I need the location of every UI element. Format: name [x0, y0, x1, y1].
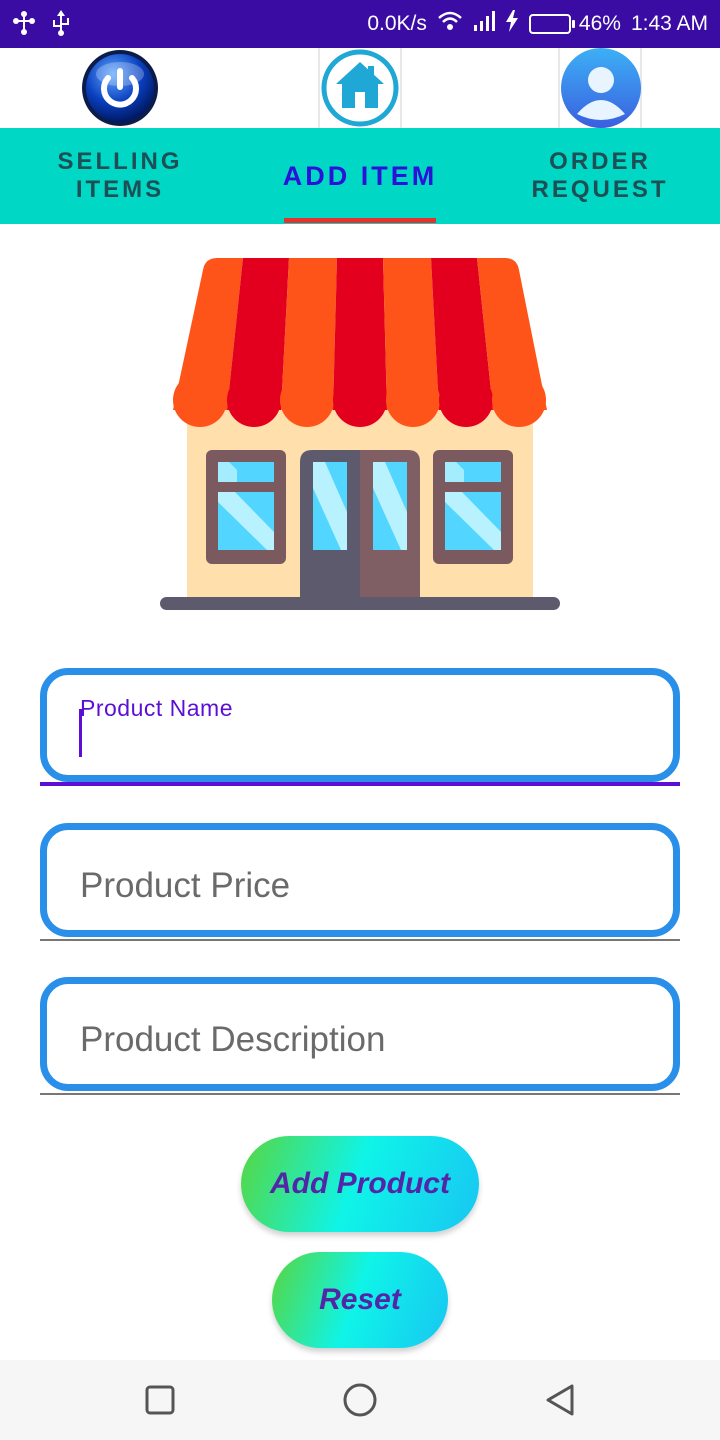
tab-order-request-line2: REQUEST — [531, 176, 669, 203]
tab-order-request-line1: ORDER — [549, 148, 651, 175]
power-button[interactable] — [80, 48, 160, 128]
product-price-input-box[interactable]: Product Price — [40, 823, 680, 937]
reset-label: Reset — [319, 1283, 401, 1316]
system-nav-bar — [0, 1360, 720, 1440]
network-speed: 0.0K/s — [367, 12, 427, 35]
tab-selling-items-line1: SELLING — [57, 148, 183, 175]
text-cursor — [79, 709, 82, 757]
recents-icon — [145, 1385, 175, 1415]
product-price-underline — [40, 939, 680, 941]
usb-icon — [50, 10, 72, 42]
product-name-field[interactable]: Product Name — [40, 668, 680, 786]
status-bar: 0.0K/s 46% 1:43 AM — [0, 0, 720, 48]
product-description-input-box[interactable]: Product Description — [40, 977, 680, 1091]
reset-button[interactable]: Reset — [272, 1252, 448, 1348]
add-item-screen: 0.0K/s 46% 1:43 AM SELLING ITEMS ADD ITE… — [0, 0, 720, 1440]
shop-illustration — [160, 258, 560, 610]
product-name-input-box[interactable]: Product Name — [40, 668, 680, 782]
back-icon — [546, 1384, 574, 1416]
tab-selling-items[interactable]: SELLING ITEMS — [0, 128, 240, 224]
signal-icon — [473, 10, 495, 38]
product-name-label: Product Name — [80, 695, 234, 721]
status-time: 1:43 AM — [630, 12, 708, 35]
usb-debug-icon — [12, 10, 36, 42]
battery-icon — [528, 14, 575, 34]
product-price-placeholder: Product Price — [80, 866, 291, 905]
home-icon — [321, 49, 399, 127]
profile-button[interactable] — [558, 48, 642, 128]
tab-add-item-label: ADD ITEM — [282, 161, 438, 191]
tab-order-request[interactable]: ORDER REQUEST — [480, 128, 720, 224]
tab-selling-items-line2: ITEMS — [75, 176, 165, 203]
charging-icon — [505, 10, 519, 38]
product-description-underline — [40, 1093, 680, 1095]
tab-bar: SELLING ITEMS ADD ITEM ORDER REQUEST — [0, 128, 720, 224]
add-product-label: Add Product — [270, 1167, 450, 1200]
status-left-icons — [12, 10, 72, 42]
add-product-button[interactable]: Add Product — [241, 1136, 479, 1232]
home-nav-button[interactable] — [340, 1380, 380, 1420]
wifi-icon — [437, 10, 463, 38]
home-circle-icon — [343, 1383, 377, 1417]
back-button[interactable] — [540, 1380, 580, 1420]
recents-button[interactable] — [140, 1380, 180, 1420]
product-description-field[interactable]: Product Description — [40, 977, 680, 1095]
product-name-underline — [40, 782, 680, 786]
power-icon — [82, 50, 158, 126]
product-price-field[interactable]: Product Price — [40, 823, 680, 941]
active-tab-indicator — [284, 218, 436, 223]
tab-add-item[interactable]: ADD ITEM — [240, 128, 480, 224]
top-icon-row — [0, 48, 720, 128]
profile-icon — [561, 48, 641, 128]
status-right: 0.0K/s 46% 1:43 AM — [367, 10, 708, 38]
battery-percent: 46% — [578, 12, 621, 35]
product-description-placeholder: Product Description — [80, 1020, 386, 1059]
home-button[interactable] — [318, 48, 402, 128]
